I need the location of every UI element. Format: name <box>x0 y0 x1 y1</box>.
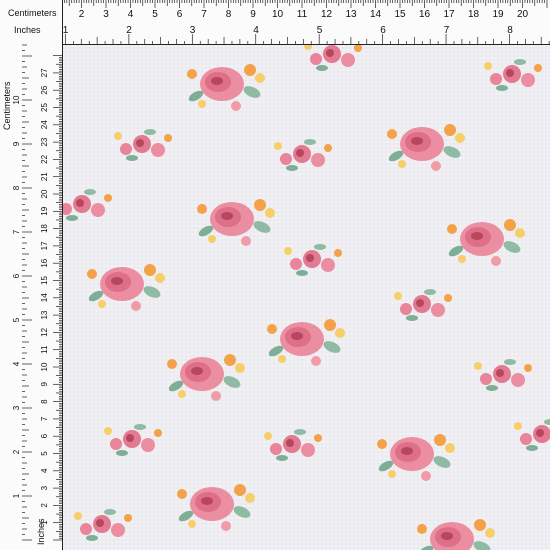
inch-number-left: 5 <box>12 317 21 322</box>
cm-number-left: 23 <box>40 137 49 146</box>
cm-number-left: 14 <box>40 293 49 302</box>
inch-number: 3 <box>190 25 196 36</box>
cm-number-left: 2 <box>40 503 49 508</box>
cm-number-left: 15 <box>40 276 49 285</box>
cm-number-left: 24 <box>40 120 49 129</box>
cm-number: 7 <box>201 9 207 20</box>
cm-number: 10 <box>272 9 284 20</box>
cm-number: 18 <box>468 9 480 20</box>
cm-number-left: 13 <box>40 310 49 319</box>
inch-number-left: 9 <box>12 141 21 146</box>
cm-number-left: 18 <box>40 224 49 233</box>
inch-number: 4 <box>253 25 259 36</box>
cm-number: 3 <box>103 9 109 20</box>
left-sub-label: Inches <box>36 518 46 545</box>
floral-pattern <box>62 44 550 550</box>
cm-number: 11 <box>297 9 308 20</box>
inch-number: 7 <box>444 25 450 36</box>
cm-number-left: 5 <box>40 451 49 456</box>
cm-number: 8 <box>226 9 232 20</box>
inch-number: 8 <box>507 25 513 36</box>
cm-number: 15 <box>394 9 406 20</box>
cm-number-left: 10 <box>40 362 49 371</box>
cm-number: 4 <box>128 9 134 20</box>
cm-number: 16 <box>419 9 431 20</box>
cm-number: 20 <box>517 9 529 20</box>
left-unit-label: Centimeters <box>2 81 12 130</box>
cm-number-left: 7 <box>40 416 49 421</box>
cm-number-left: 21 <box>40 172 49 181</box>
inch-number-left: 2 <box>12 449 21 454</box>
inch-number: 6 <box>380 25 386 36</box>
cm-number: 19 <box>492 9 504 20</box>
cm-number: 6 <box>177 9 183 20</box>
cm-number-left: 26 <box>40 85 49 94</box>
cm-number: 2 <box>79 9 85 20</box>
cm-number-left: 9 <box>40 382 49 387</box>
cm-number-left: 4 <box>40 468 49 473</box>
cm-number-left: 20 <box>40 189 49 198</box>
cm-number: 9 <box>250 9 256 20</box>
inch-number: 1 <box>63 25 69 36</box>
inch-number-left: 4 <box>12 361 21 366</box>
cm-number-left: 27 <box>40 68 49 77</box>
cm-number-left: 3 <box>40 485 49 490</box>
cm-number: 13 <box>345 9 357 20</box>
cm-number-left: 11 <box>40 345 49 354</box>
inch-number-left: 6 <box>12 273 21 278</box>
top-sub-label: Inches <box>14 25 41 35</box>
top-ruler: 123456789101112131415161718192012345678 <box>0 0 550 45</box>
cm-number-left: 25 <box>40 103 49 112</box>
cm-number-left: 19 <box>40 206 49 215</box>
ruler-corner: Centimeters Inches <box>0 0 62 44</box>
cm-number-left: 12 <box>40 327 49 336</box>
inch-number-left: 10 <box>12 95 21 104</box>
inch-number-left: 1 <box>12 493 21 498</box>
cm-number-left: 8 <box>40 399 49 404</box>
inch-number: 2 <box>126 25 132 36</box>
inch-number-left: 3 <box>12 405 21 410</box>
cm-number: 12 <box>321 9 333 20</box>
cm-number-left: 22 <box>40 154 49 163</box>
cm-number-left: 16 <box>40 258 49 267</box>
cm-number: 5 <box>152 9 158 20</box>
cm-number: 14 <box>370 9 382 20</box>
inch-number: 5 <box>317 25 323 36</box>
top-ruler-ticks: 123456789101112131415161718192012345678 <box>1 0 550 44</box>
cm-number-left: 17 <box>40 241 49 250</box>
fabric-swatch <box>62 44 550 550</box>
inch-number-left: 8 <box>12 185 21 190</box>
cm-number: 17 <box>443 9 455 20</box>
top-unit-label: Centimeters <box>8 8 57 18</box>
cm-number-left: 6 <box>40 433 49 438</box>
inch-number-left: 7 <box>12 229 21 234</box>
